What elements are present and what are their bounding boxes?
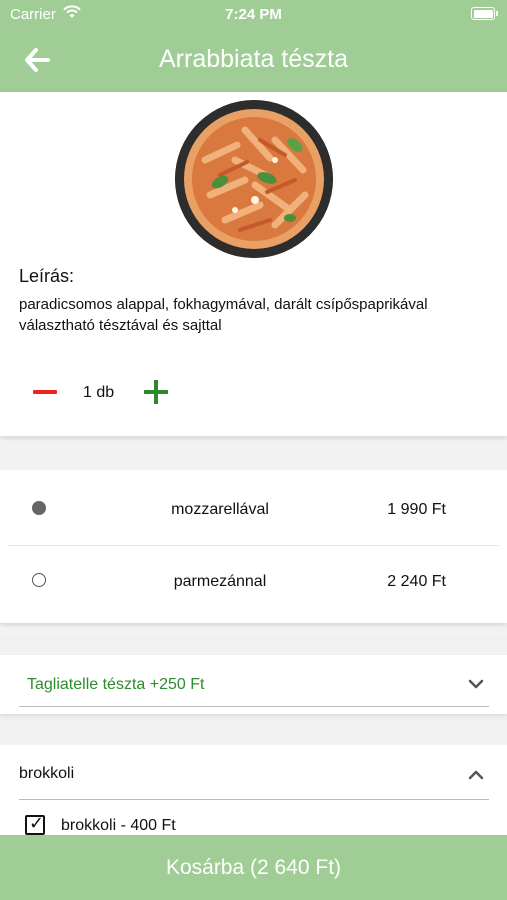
extras-group-label: brokkoli bbox=[19, 765, 75, 782]
pasta-dropdown[interactable]: Tagliatelle tészta +250 Ft bbox=[0, 655, 507, 714]
cheese-options-card: mozzarellával 1 990 Ft parmezánnal 2 240… bbox=[0, 470, 507, 623]
dish-image bbox=[175, 100, 333, 258]
option-price: 1 990 Ft bbox=[387, 501, 446, 518]
increase-quantity-button[interactable] bbox=[144, 380, 168, 404]
extra-item-label: brokkoli - 400 Ft bbox=[61, 817, 176, 834]
battery-icon bbox=[471, 7, 498, 20]
extras-underline bbox=[19, 799, 489, 800]
pasta-dropdown-value: Tagliatelle tészta +250 Ft bbox=[27, 676, 205, 693]
option-label: parmezánnal bbox=[173, 573, 267, 590]
option-label: mozzarellával bbox=[171, 501, 269, 518]
option-parmezan[interactable]: parmezánnal 2 240 Ft bbox=[0, 546, 507, 618]
chevron-up-icon[interactable] bbox=[468, 767, 484, 783]
checkmark-icon: ✓ bbox=[29, 813, 45, 833]
decrease-quantity-button[interactable] bbox=[33, 382, 57, 402]
page-title: Arrabbiata tészta bbox=[159, 45, 348, 73]
option-mozzarella[interactable]: mozzarellával 1 990 Ft bbox=[0, 472, 507, 544]
add-to-cart-label: Kosárba (2 640 Ft) bbox=[165, 856, 342, 879]
add-to-cart-button[interactable]: Kosárba (2 640 Ft) bbox=[0, 835, 507, 900]
radio-unselected-icon[interactable] bbox=[32, 573, 46, 587]
status-bar: Carrier 7:24 PM bbox=[0, 0, 507, 28]
radio-selected-icon[interactable] bbox=[32, 501, 46, 515]
chevron-down-icon[interactable] bbox=[468, 676, 484, 692]
extras-card: brokkoli ✓ brokkoli - 400 Ft bbox=[0, 745, 507, 845]
clock: 7:24 PM bbox=[225, 6, 282, 23]
option-price: 2 240 Ft bbox=[387, 573, 446, 590]
nav-bar: Arrabbiata tészta bbox=[0, 28, 507, 92]
quantity-value: 1 db bbox=[83, 384, 115, 401]
dropdown-underline bbox=[19, 706, 489, 707]
description-label: Leírás: bbox=[19, 266, 75, 286]
description-text: paradicsomos alappal, fokhagymával, dará… bbox=[19, 296, 428, 334]
extra-checkbox[interactable]: ✓ bbox=[25, 813, 45, 835]
product-card: Leírás: paradicsomos alappal, fokhagymáv… bbox=[0, 92, 507, 436]
